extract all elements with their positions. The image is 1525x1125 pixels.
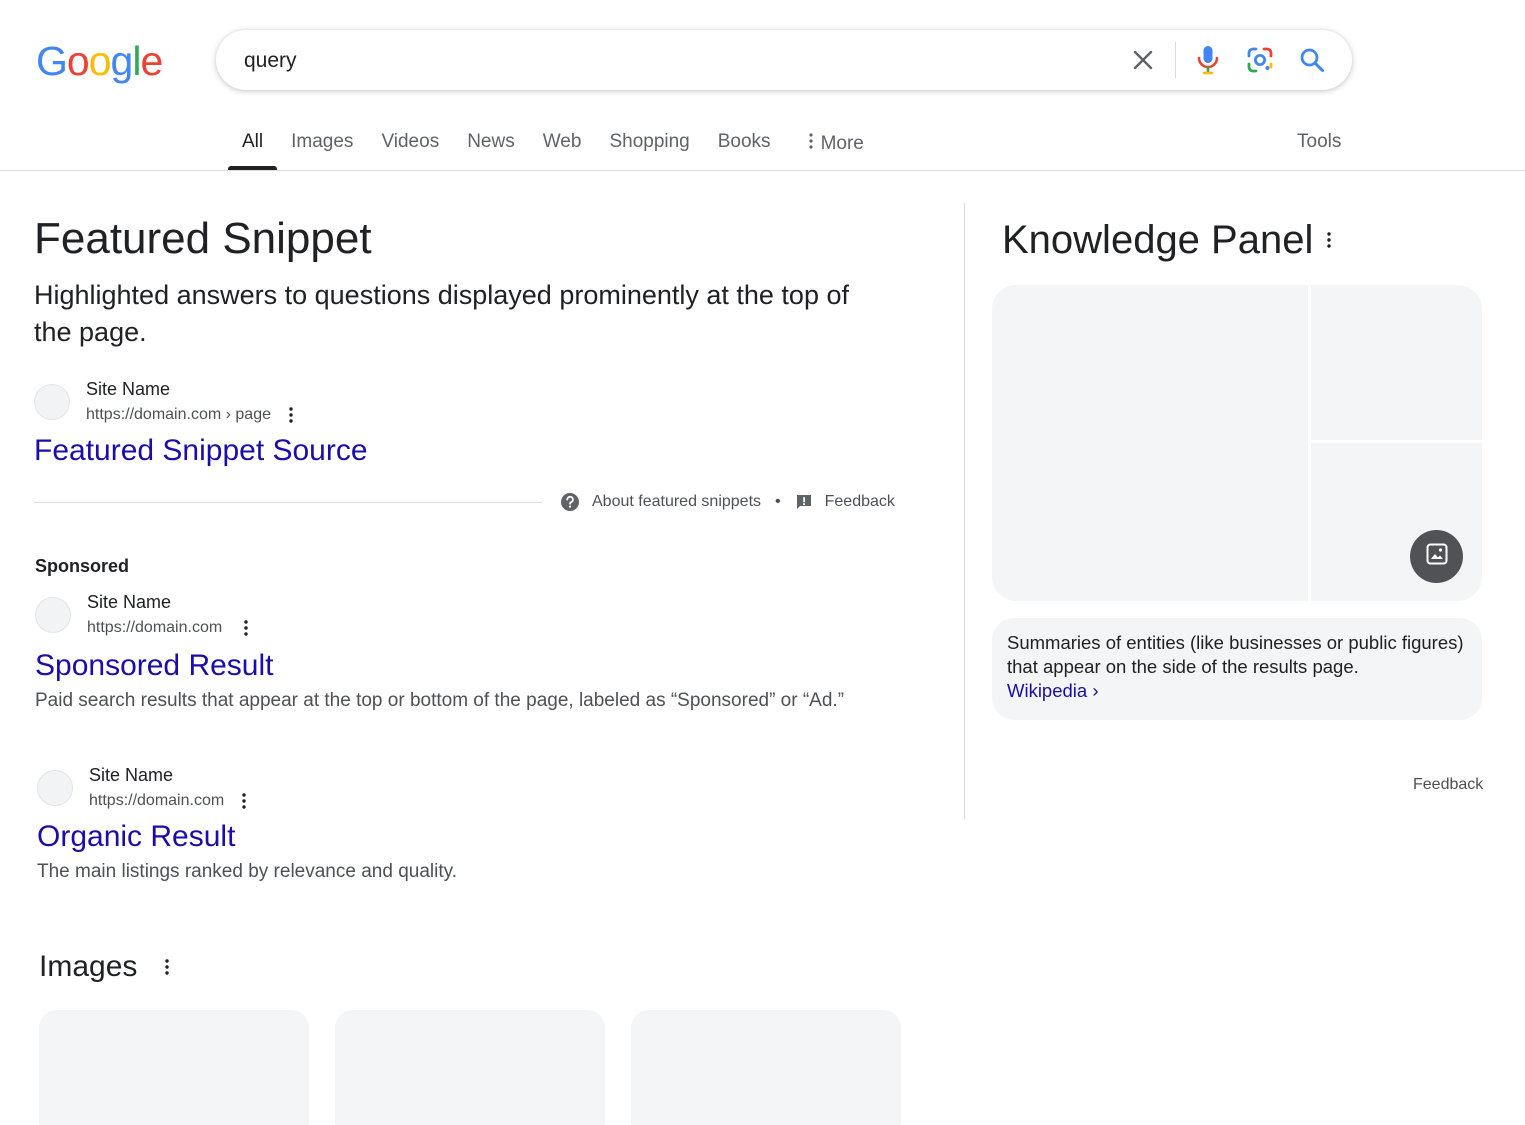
logo-letter: o xyxy=(66,38,90,84)
more-options-icon[interactable] xyxy=(232,789,256,813)
featured-snippet-divider xyxy=(34,502,542,503)
more-options-icon[interactable] xyxy=(279,403,303,427)
site-favicon xyxy=(35,597,71,633)
search-divider xyxy=(1175,42,1176,78)
tab-images[interactable]: Images xyxy=(277,118,367,170)
sponsored-label: Sponsored xyxy=(35,556,130,576)
tab-web[interactable]: Web xyxy=(529,118,596,170)
tab-shopping[interactable]: Shopping xyxy=(595,118,703,170)
knowledge-panel-image-bottom[interactable] xyxy=(1311,443,1482,601)
tab-books[interactable]: Books xyxy=(704,118,785,170)
mic-icon[interactable] xyxy=(1190,42,1226,78)
more-options-icon[interactable] xyxy=(155,955,179,979)
site-url: https://domain.com › page xyxy=(86,406,271,423)
knowledge-panel-description: Summaries of entities (like businesses o… xyxy=(1007,632,1464,677)
search-icon[interactable] xyxy=(1294,42,1330,78)
site-info: Site Name https://domain.com › page xyxy=(86,377,303,427)
search-bar xyxy=(216,30,1352,90)
images-section-header: Images xyxy=(39,947,179,987)
organic-result-link[interactable]: Organic Result xyxy=(37,818,235,856)
site-favicon xyxy=(34,384,70,420)
header-divider xyxy=(0,170,1525,171)
tab-more[interactable]: More xyxy=(795,118,878,170)
more-options-icon[interactable] xyxy=(1317,228,1341,252)
site-info: Site Name https://domain.com xyxy=(87,590,258,640)
site-url-row: https://domain.com › page xyxy=(86,403,303,427)
help-icon xyxy=(560,492,580,512)
featured-snippet-heading: Featured Snippet xyxy=(34,214,372,263)
image-result-card[interactable] xyxy=(631,1010,901,1125)
more-options-icon[interactable] xyxy=(234,616,258,640)
featured-snippet-feedback-link[interactable]: Feedback xyxy=(825,493,895,511)
search-results-page: Google query All Images Videos News Web … xyxy=(0,0,1525,1125)
knowledge-panel-header: Knowledge Panel xyxy=(1002,214,1341,266)
knowledge-panel-gallery xyxy=(992,285,1482,601)
knowledge-panel-image-main[interactable] xyxy=(992,285,1308,601)
feedback-icon xyxy=(795,493,813,511)
featured-snippet-source-link[interactable]: Featured Snippet Source xyxy=(34,432,368,470)
tab-more-label: More xyxy=(820,133,864,154)
site-url-row: https://domain.com xyxy=(89,789,256,813)
image-icon xyxy=(1425,542,1449,571)
wikipedia-link[interactable]: Wikipedia › xyxy=(1007,679,1467,703)
organic-result-snippet: The main listings ranked by relevance an… xyxy=(37,861,457,882)
site-url: https://domain.com xyxy=(87,619,223,636)
logo-letter: l xyxy=(132,38,141,84)
footer-separator: • xyxy=(775,493,781,510)
logo-letter: g xyxy=(110,38,134,84)
image-gallery-button[interactable] xyxy=(1410,530,1463,583)
logo-letter: o xyxy=(88,38,112,84)
knowledge-panel-feedback-link[interactable]: Feedback xyxy=(1413,774,1483,796)
tab-videos[interactable]: Videos xyxy=(367,118,453,170)
column-divider xyxy=(964,203,965,819)
search-actions xyxy=(1125,30,1330,90)
site-name: Site Name xyxy=(86,379,171,399)
site-url: https://domain.com xyxy=(89,792,225,809)
tab-all[interactable]: All xyxy=(228,118,278,170)
sponsored-result-header[interactable]: Site Name https://domain.com xyxy=(35,590,258,640)
image-result-card[interactable] xyxy=(39,1010,309,1125)
search-input[interactable] xyxy=(242,42,1096,80)
site-url-row: https://domain.com xyxy=(87,616,258,640)
site-info: Site Name https://domain.com xyxy=(89,763,256,813)
lens-icon[interactable] xyxy=(1242,42,1278,78)
close-icon[interactable] xyxy=(1125,42,1161,78)
featured-snippet-footer: About featured snippets • Feedback xyxy=(560,490,895,514)
featured-snippet-description: Highlighted answers to questions display… xyxy=(34,280,849,347)
site-favicon xyxy=(37,770,73,806)
knowledge-panel-image-top[interactable] xyxy=(1311,285,1482,440)
sponsored-result-snippet: Paid search results that appear at the t… xyxy=(35,690,845,711)
about-featured-snippets-link[interactable]: About featured snippets xyxy=(592,493,761,511)
search-tabs: All Images Videos News Web Shopping Book… xyxy=(228,118,878,170)
images-section-heading: Images xyxy=(39,950,138,983)
logo-letter: G xyxy=(36,38,68,84)
google-logo[interactable]: Google xyxy=(36,37,163,85)
site-name: Site Name xyxy=(89,765,174,785)
organic-result-header[interactable]: Site Name https://domain.com xyxy=(37,763,256,813)
tools-button[interactable]: Tools xyxy=(1297,118,1341,166)
logo-letter: e xyxy=(140,38,163,84)
tab-news[interactable]: News xyxy=(453,118,529,170)
more-vert-icon xyxy=(808,120,813,168)
knowledge-panel-summary: Summaries of entities (like businesses o… xyxy=(992,618,1482,720)
featured-snippet-source-header[interactable]: Site Name https://domain.com › page xyxy=(34,377,303,427)
site-name: Site Name xyxy=(87,592,172,612)
image-result-card[interactable] xyxy=(335,1010,605,1125)
sponsored-result-link[interactable]: Sponsored Result xyxy=(35,647,273,685)
knowledge-panel-heading: Knowledge Panel xyxy=(1002,218,1314,262)
